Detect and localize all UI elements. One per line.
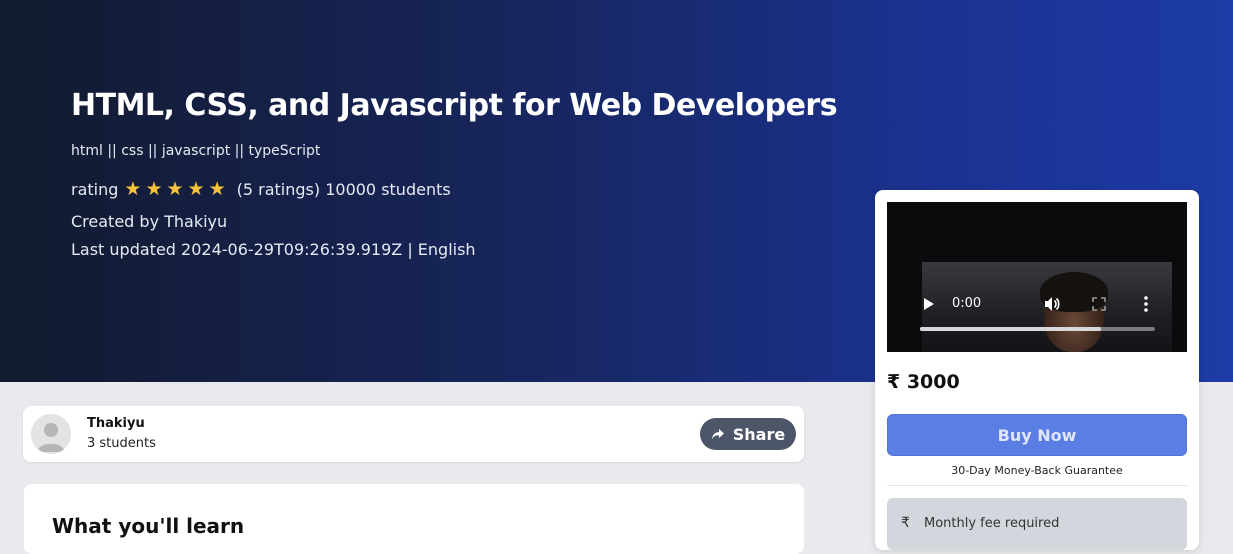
avatar[interactable] <box>31 414 71 454</box>
learn-section: What you'll learn <box>24 484 804 554</box>
rating-stars: ★ ★ ★ ★ ★ <box>124 180 229 199</box>
star-icon: ★ <box>124 178 142 200</box>
star-icon: ★ <box>166 178 184 200</box>
monthly-fee-text: Monthly fee required <box>924 516 1060 531</box>
instructor-card: Thakiyu 3 students Share <box>23 406 804 462</box>
course-subtitle: html || css || javascript || typeScript <box>71 143 321 159</box>
created-by: Created by Thakiyu <box>71 212 228 231</box>
rating-row: rating ★ ★ ★ ★ ★ (5 ratings) 10000 students <box>71 180 451 200</box>
video-time: 0:00 <box>952 296 982 311</box>
monthly-fee-notice: ₹ Monthly fee required <box>887 498 1187 550</box>
ratings-count: (5 ratings) 10000 students <box>236 180 451 199</box>
star-icon: ★ <box>145 178 163 200</box>
play-icon[interactable] <box>923 297 935 311</box>
learn-heading: What you'll learn <box>52 514 245 538</box>
fullscreen-icon[interactable] <box>1092 297 1106 311</box>
video-progress-bar[interactable] <box>920 327 1155 331</box>
volume-icon[interactable] <box>1043 295 1061 313</box>
course-preview-video[interactable]: 0:00 <box>887 202 1187 352</box>
instructor-students: 3 students <box>87 436 156 451</box>
course-price: ₹ 3000 <box>887 371 960 393</box>
share-label: Share <box>732 424 786 444</box>
rupee-icon: ₹ <box>901 515 910 531</box>
video-controls: 0:00 <box>887 290 1187 340</box>
share-icon <box>711 429 724 439</box>
instructor-name[interactable]: Thakiyu <box>87 416 145 431</box>
last-updated: Last updated 2024-06-29T09:26:39.919Z | … <box>71 240 476 259</box>
star-icon: ★ <box>208 178 226 200</box>
share-button[interactable]: Share <box>700 418 796 450</box>
user-icon <box>31 414 71 454</box>
star-icon: ★ <box>187 178 205 200</box>
money-back-guarantee: 30-Day Money-Back Guarantee <box>951 464 1123 477</box>
more-options-icon[interactable] <box>1143 295 1149 313</box>
purchase-card: 0:00 ₹ 3000 Buy Now 30-Day Money-Back Gu… <box>875 190 1199 550</box>
video-progress-fill <box>920 327 1101 331</box>
course-title: HTML, CSS, and Javascript for Web Develo… <box>71 88 838 123</box>
divider <box>887 485 1187 486</box>
buy-now-button[interactable]: Buy Now <box>887 414 1187 456</box>
rating-label: rating <box>71 180 119 199</box>
